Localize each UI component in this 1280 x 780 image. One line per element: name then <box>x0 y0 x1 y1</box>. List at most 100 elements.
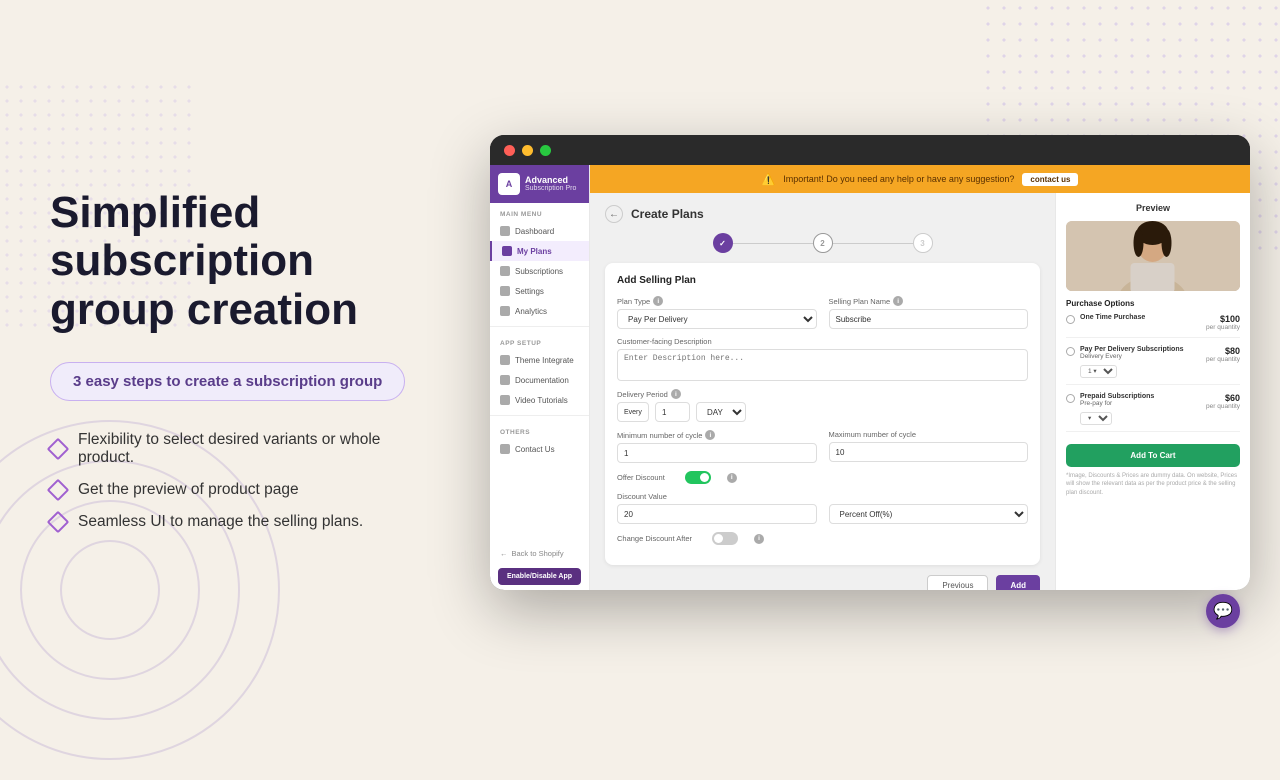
sidebar-item-contact[interactable]: Contact Us <box>490 439 589 459</box>
sidebar-item-videos[interactable]: Video Tutorials <box>490 390 589 410</box>
plan-type-label: Plan Type i <box>617 296 817 306</box>
sidebar-item-dashboard[interactable]: Dashboard <box>490 221 589 241</box>
dot-yellow <box>522 145 533 156</box>
discount-value-input[interactable] <box>617 504 817 524</box>
sidebar-divider-1 <box>490 326 589 327</box>
option-sub-3: Pre-pay for <box>1080 400 1201 407</box>
subscriptions-icon <box>500 266 510 276</box>
title-line2: group creation <box>50 285 358 334</box>
content-area: ← Create Plans ✓ 2 3 Add Selling Plan <box>590 193 1250 590</box>
percent-select[interactable]: Percent Off(%) <box>829 504 1029 524</box>
offer-discount-info-icon: i <box>727 473 737 483</box>
cycle-row: Minimum number of cycle i Maximum number… <box>617 430 1028 463</box>
sidebar-item-settings[interactable]: Settings <box>490 281 589 301</box>
step-3: 3 <box>913 233 933 253</box>
step-indicator: ✓ 2 3 <box>605 233 1040 253</box>
percent-group: Percent Off(%) <box>829 492 1029 524</box>
plan-type-info-icon: i <box>653 296 663 306</box>
video-icon <box>500 395 510 405</box>
analytics-icon <box>500 306 510 316</box>
dot-red <box>504 145 515 156</box>
form-area: ← Create Plans ✓ 2 3 Add Selling Plan <box>590 193 1055 590</box>
add-button[interactable]: Add <box>996 575 1040 590</box>
main-menu-label: MAIN MENU <box>490 203 589 221</box>
option-select-3[interactable]: ▾ <box>1080 412 1112 425</box>
sidebar-item-subscriptions[interactable]: Subscriptions <box>490 261 589 281</box>
logo-icon: A <box>498 173 520 195</box>
main-content: ⚠️ Important! Do you need any help or ha… <box>590 165 1250 590</box>
description-group: Customer-facing Description <box>617 337 1028 381</box>
delivery-row: DAY <box>617 402 1028 422</box>
add-to-cart-button[interactable]: Add To Cart <box>1066 444 1240 467</box>
step-2: 2 <box>813 233 833 253</box>
change-discount-row: Change Discount After i <box>617 532 1028 545</box>
form-card-title: Add Selling Plan <box>617 275 1028 286</box>
title-line1: Simplified subscription <box>50 188 314 285</box>
delivery-day-select[interactable]: DAY <box>696 402 746 422</box>
logo-text-main: Advanced <box>525 176 576 186</box>
back-button[interactable]: ← <box>605 205 623 223</box>
delivery-info-icon: i <box>671 389 681 399</box>
sidebar-item-theme[interactable]: Theme Integrate <box>490 350 589 370</box>
form-row-1: Plan Type i Pay Per Delivery Selling Pla… <box>617 296 1028 329</box>
offer-discount-toggle[interactable] <box>685 471 711 484</box>
sidebar-divider-2 <box>490 415 589 416</box>
settings-icon <box>500 286 510 296</box>
delivery-period-group: Delivery Period i DAY <box>617 389 1028 422</box>
sidebar-item-my-plans[interactable]: My Plans <box>490 241 589 261</box>
option-name-2: Pay Per Delivery Subscriptions <box>1080 346 1201 353</box>
change-discount-knob <box>714 534 723 543</box>
back-arrow-icon: ← <box>500 549 508 558</box>
description-textarea[interactable] <box>617 349 1028 381</box>
toggle-knob <box>700 473 709 482</box>
radio-dot-1[interactable] <box>1066 315 1075 324</box>
plan-type-group: Plan Type i Pay Per Delivery <box>617 296 817 329</box>
docs-icon <box>500 375 510 385</box>
form-card: Add Selling Plan Plan Type i Pay Per Del… <box>605 263 1040 565</box>
discount-row: Discount Value Percent Off(%) <box>617 492 1028 524</box>
purchase-option-1: One Time Purchase $100 per quantity <box>1066 314 1240 338</box>
chat-bubble[interactable]: 💬 <box>1206 594 1240 628</box>
step-line-2 <box>833 243 913 244</box>
diamond-icon-1 <box>47 438 70 461</box>
preview-panel: Preview <box>1055 193 1250 590</box>
purchase-option-3: Prepaid Subscriptions Pre-pay for ▾ $60 … <box>1066 393 1240 432</box>
previous-button[interactable]: Previous <box>927 575 988 590</box>
warning-icon: ⚠️ <box>762 173 776 186</box>
max-cycle-input[interactable] <box>829 442 1029 462</box>
discount-value-label: Discount Value <box>617 492 817 501</box>
min-cycle-input[interactable] <box>617 443 817 463</box>
feature-list: Flexibility to select desired variants o… <box>50 431 440 531</box>
form-title: Create Plans <box>631 207 704 221</box>
preview-note: *Image, Discounts & Prices are dummy dat… <box>1066 472 1240 497</box>
dot-green <box>540 145 551 156</box>
option-name-3: Prepaid Subscriptions <box>1080 393 1201 400</box>
sidebar-back-to-shopify[interactable]: ← Back to Shopify <box>490 544 589 563</box>
selling-plan-name-input[interactable] <box>829 309 1029 329</box>
sidebar-item-docs[interactable]: Documentation <box>490 370 589 390</box>
others-label: OTHERS <box>490 421 589 439</box>
change-discount-toggle[interactable] <box>712 532 738 545</box>
radio-dot-3[interactable] <box>1066 394 1075 403</box>
app-body: A Advanced Subscription Pro MAIN MENU Da… <box>490 165 1250 590</box>
min-cycle-group: Minimum number of cycle i <box>617 430 817 463</box>
dashboard-icon <box>500 226 510 236</box>
steps-badge: 3 easy steps to create a subscription gr… <box>50 362 405 401</box>
enable-disable-btn[interactable]: Enable/Disable App <box>498 568 581 585</box>
plan-type-select[interactable]: Pay Per Delivery <box>617 309 817 329</box>
preview-image <box>1066 221 1240 291</box>
step-1: ✓ <box>713 233 733 253</box>
preview-title: Preview <box>1066 203 1240 213</box>
delivery-value-input[interactable] <box>655 402 690 422</box>
sidebar-item-analytics[interactable]: Analytics <box>490 301 589 321</box>
feature-item-1: Flexibility to select desired variants o… <box>50 431 440 467</box>
radio-dot-2[interactable] <box>1066 347 1075 356</box>
option-select-2[interactable]: 1 ▾ <box>1080 365 1117 378</box>
woman-figure <box>1066 221 1240 291</box>
discount-value-group: Discount Value <box>617 492 817 524</box>
contact-us-btn[interactable]: contact us <box>1022 173 1078 186</box>
option-info-2: Pay Per Delivery Subscriptions Delivery … <box>1080 346 1201 378</box>
diamond-icon-2 <box>47 479 70 502</box>
diamond-icon-3 <box>47 511 70 534</box>
chat-icon: 💬 <box>1213 601 1233 621</box>
